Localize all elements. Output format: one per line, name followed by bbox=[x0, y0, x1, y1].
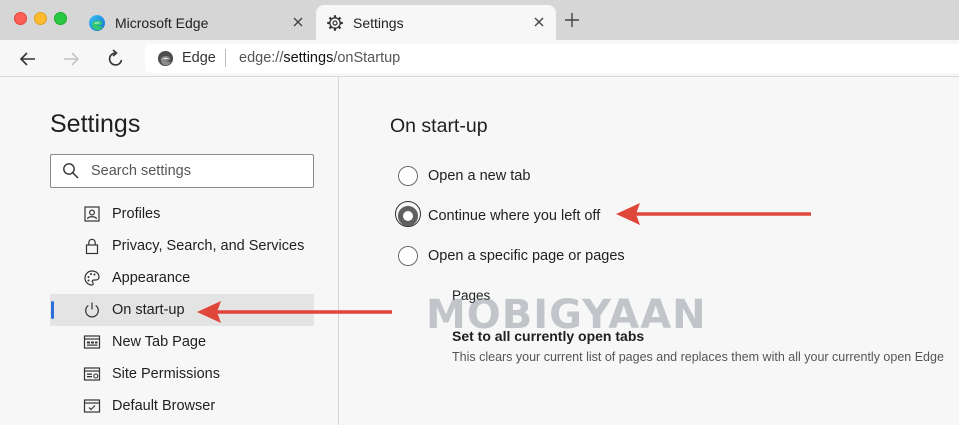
sidebar-item-label: Site Permissions bbox=[112, 366, 220, 382]
url-prefix: edge:// bbox=[239, 50, 284, 66]
close-tab-icon[interactable] bbox=[291, 14, 305, 30]
forward-button[interactable] bbox=[60, 48, 82, 70]
settings-sidebar: Settings Profiles Privacy, Search, and S… bbox=[0, 77, 339, 425]
address-bar[interactable]: Edge edge://settings/onStartup bbox=[145, 44, 959, 73]
close-tab-icon[interactable] bbox=[532, 14, 546, 30]
url-text[interactable]: edge://settings/onStartup bbox=[239, 50, 400, 66]
address-divider bbox=[225, 49, 226, 67]
page-title: Settings bbox=[50, 110, 141, 138]
sidebar-item-label: Appearance bbox=[112, 270, 191, 286]
sidebar-item-label: Default Browser bbox=[112, 398, 216, 414]
radio-button[interactable] bbox=[398, 166, 418, 186]
option-label: Open a new tab bbox=[428, 168, 531, 184]
maximize-window-button[interactable] bbox=[54, 12, 67, 25]
watermark-logo: MOBIGYAAN bbox=[426, 292, 707, 338]
site-permissions-icon bbox=[83, 365, 101, 383]
power-icon bbox=[83, 301, 101, 319]
sidebar-item-appearance[interactable]: Appearance bbox=[50, 262, 314, 294]
edge-logo-icon bbox=[157, 50, 174, 67]
sidebar-item-site-permissions[interactable]: Site Permissions bbox=[50, 358, 314, 390]
url-host: settings bbox=[283, 50, 334, 66]
section-title: On start-up bbox=[390, 115, 488, 137]
radio-button[interactable] bbox=[398, 246, 418, 266]
tab-label: Microsoft Edge bbox=[115, 15, 209, 31]
reload-icon bbox=[108, 49, 123, 66]
annotation-arrow-icon bbox=[197, 301, 392, 323]
plus-icon bbox=[565, 13, 579, 27]
default-browser-icon bbox=[83, 397, 101, 415]
profile-card-icon bbox=[83, 205, 101, 223]
option-label: Continue where you left off bbox=[428, 208, 601, 224]
sidebar-item-label: Profiles bbox=[112, 206, 161, 222]
radio-button-checked[interactable] bbox=[398, 206, 418, 226]
sidebar-item-label: New Tab Page bbox=[112, 334, 207, 350]
reload-button[interactable] bbox=[105, 48, 127, 70]
tab-settings[interactable]: Settings bbox=[316, 5, 556, 40]
palette-icon bbox=[83, 269, 101, 287]
lock-icon bbox=[83, 237, 101, 255]
tab-microsoft-edge[interactable]: Microsoft Edge bbox=[78, 5, 315, 40]
back-arrow-icon bbox=[19, 52, 35, 66]
tab-bar: Microsoft Edge Settings bbox=[0, 0, 959, 40]
set-all-tabs-description: This clears your current list of pages a… bbox=[452, 350, 944, 364]
toolbar: Edge edge://settings/onStartup bbox=[0, 40, 959, 77]
option-label: Open a specific page or pages bbox=[428, 248, 625, 264]
gear-icon bbox=[326, 14, 344, 32]
site-identity-chip[interactable]: Edge bbox=[182, 50, 216, 66]
sidebar-item-default-browser[interactable]: Default Browser bbox=[50, 390, 314, 422]
sidebar-item-profiles[interactable]: Profiles bbox=[50, 198, 314, 230]
selection-indicator bbox=[51, 301, 54, 319]
minimize-window-button[interactable] bbox=[34, 12, 47, 25]
search-box[interactable] bbox=[50, 154, 314, 188]
sidebar-item-label: Privacy, Search, and Services bbox=[112, 238, 305, 254]
sidebar-item-new-tab-page[interactable]: New Tab Page bbox=[50, 326, 314, 358]
search-icon bbox=[62, 162, 80, 180]
new-tab-button[interactable] bbox=[562, 9, 582, 31]
back-button[interactable] bbox=[17, 48, 39, 70]
tab-label: Settings bbox=[353, 15, 404, 31]
new-tab-page-icon bbox=[83, 333, 101, 351]
sidebar-item-privacy[interactable]: Privacy, Search, and Services bbox=[50, 230, 314, 262]
search-input[interactable] bbox=[91, 156, 301, 185]
forward-arrow-icon bbox=[64, 52, 80, 66]
url-path: /onStartup bbox=[333, 50, 401, 66]
close-window-button[interactable] bbox=[14, 12, 27, 25]
annotation-arrow-icon bbox=[616, 203, 811, 225]
sidebar-item-label: On start-up bbox=[112, 302, 185, 318]
edge-logo-icon bbox=[88, 14, 106, 32]
settings-content: On start-up Open a new tab Continue wher… bbox=[340, 77, 959, 425]
